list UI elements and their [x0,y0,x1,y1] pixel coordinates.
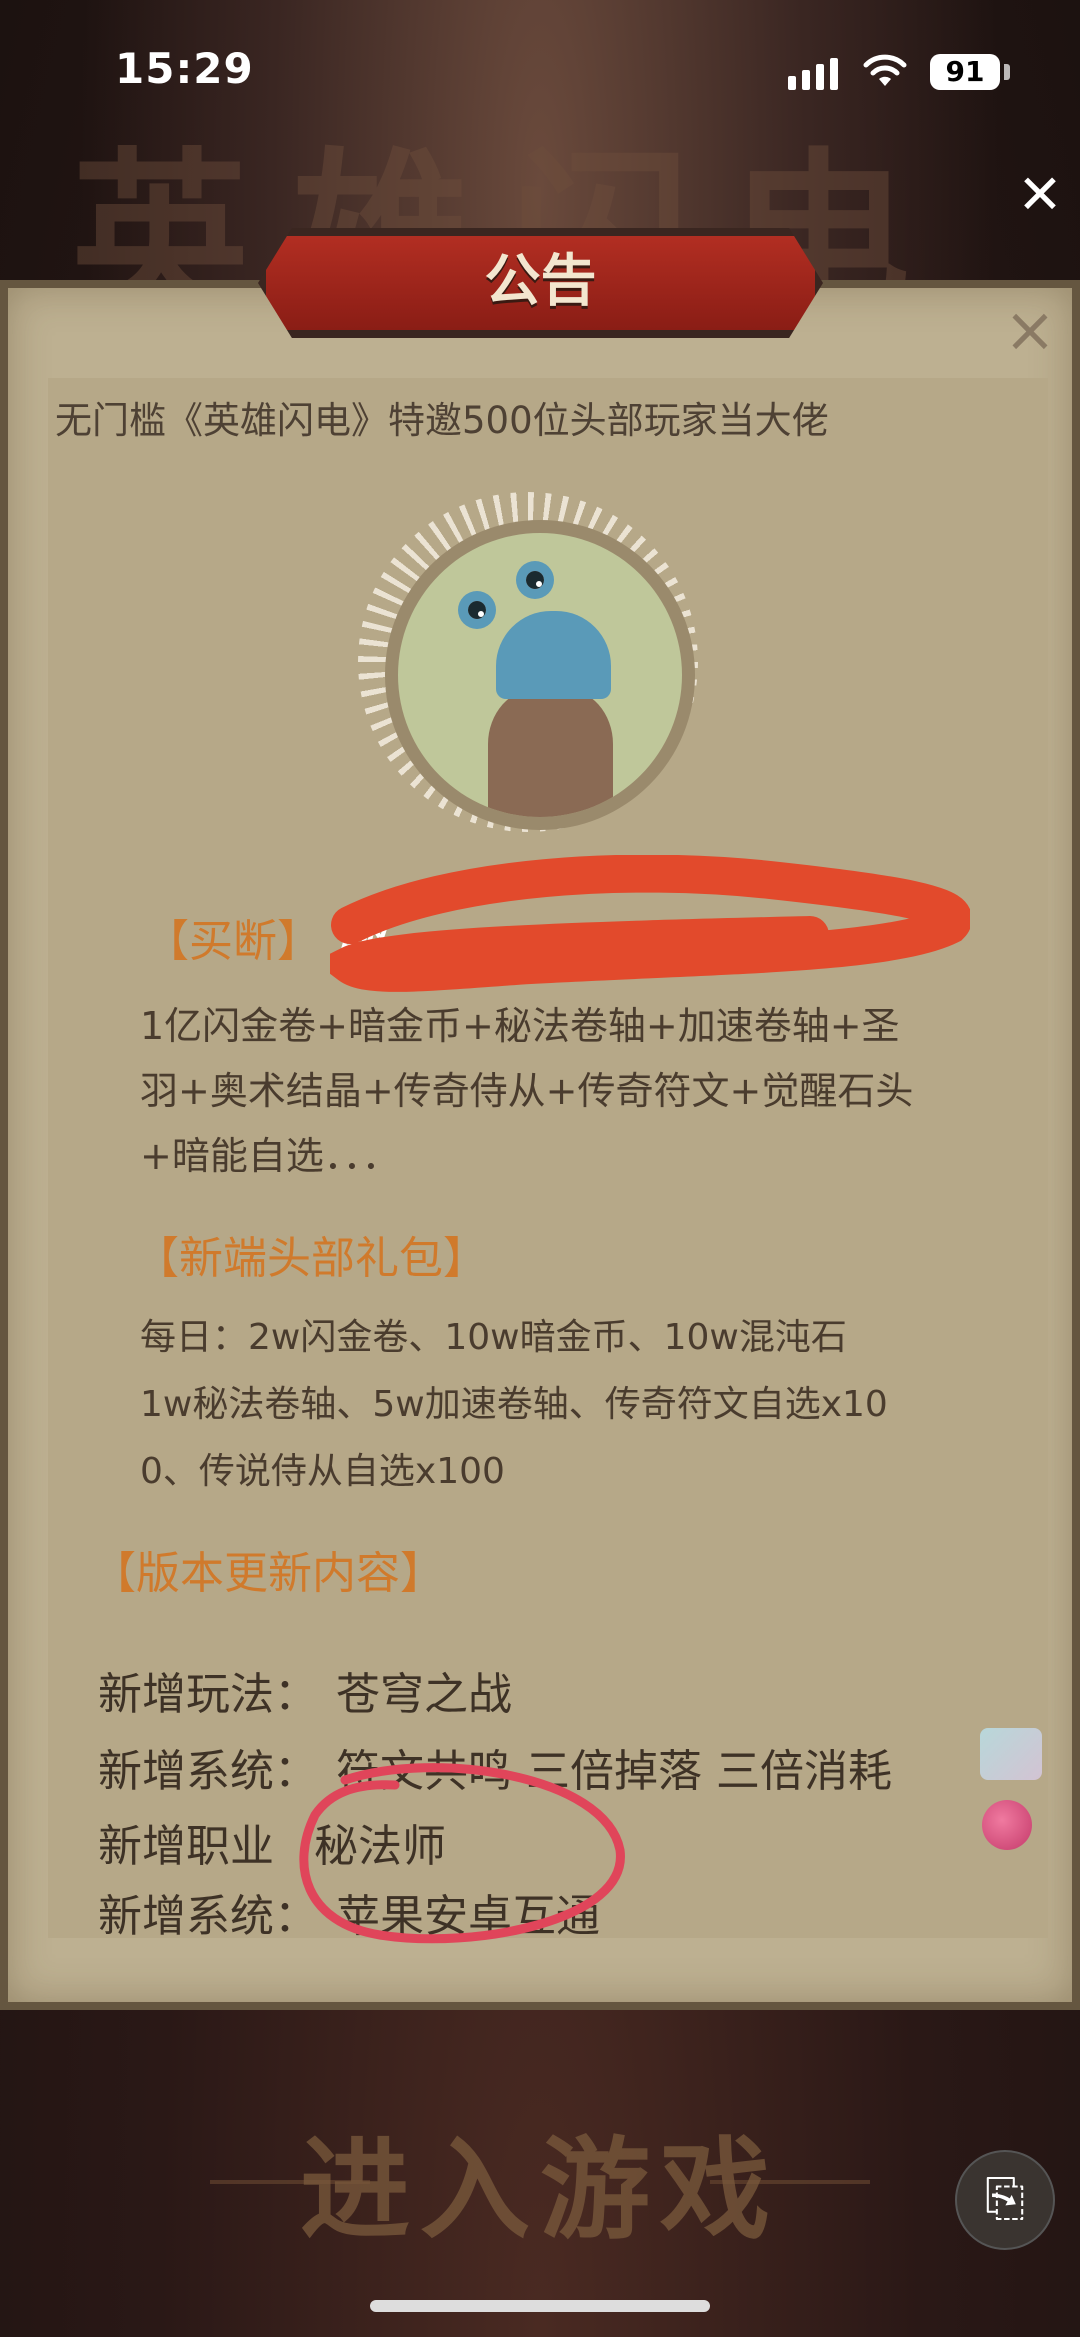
chat-widget-icon[interactable] [980,1728,1042,1780]
battery-indicator: 91 [930,54,1000,90]
updates-section-title: 【版本更新内容】 [92,1548,444,1599]
status-time: 15:29 [115,44,254,93]
gift-line: 1w秘法卷轴、5w加速卷轴、传奇符文自选x10 [140,1384,888,1425]
update-item: 新增玩法： 苍穹之战 [98,1658,512,1722]
avatar [398,533,682,817]
wifi-icon [863,54,907,86]
microphone-icon[interactable] [982,1800,1032,1850]
update-key: 新增职业 [98,1821,274,1872]
red-circle-annotation [299,1763,625,1944]
announcement-headline: 无门槛《英雄闪电》特邀500位头部玩家当大佬 [55,399,829,442]
status-bar: 15:29 91 [0,0,1080,140]
update-value: 苍穹之战 [336,1669,512,1720]
battery-tip [1004,64,1010,80]
panel-close-icon[interactable]: × [1000,299,1060,361]
buyout-line: 1亿闪金卷+暗金币+秘法卷轴+加速卷轴+圣 [140,1004,900,1048]
update-key: 新增玩法： [98,1669,318,1720]
avatar-helmet [496,611,611,699]
buyout-line: 羽+奥术结晶+传奇侍从+传奇符文+觉醒石头 [140,1069,914,1113]
note-fab-icon[interactable]: ⎘ [955,2150,1055,2250]
home-indicator [370,2300,710,2312]
avatar-hair [488,688,613,817]
cellular-signal-icon [788,58,838,90]
buyout-section-title: 【买断】 [145,916,321,967]
announcement-title: 公告 [484,249,597,314]
enter-game-button[interactable]: 进入游戏 [240,2120,840,2260]
redaction-scribble [330,855,970,992]
avatar-eye [458,591,496,629]
gift-section-title: 【新端头部礼包】 [135,1233,487,1284]
buyout-line: +暗能自选．．． [140,1134,400,1178]
gift-line: 0、传说侍从自选x100 [140,1451,505,1492]
avatar-eye [516,561,554,599]
close-icon[interactable]: ✕ [1015,168,1065,222]
gift-line: 每日：2w闪金卷、10w暗金币、10w混沌石 [140,1317,847,1358]
